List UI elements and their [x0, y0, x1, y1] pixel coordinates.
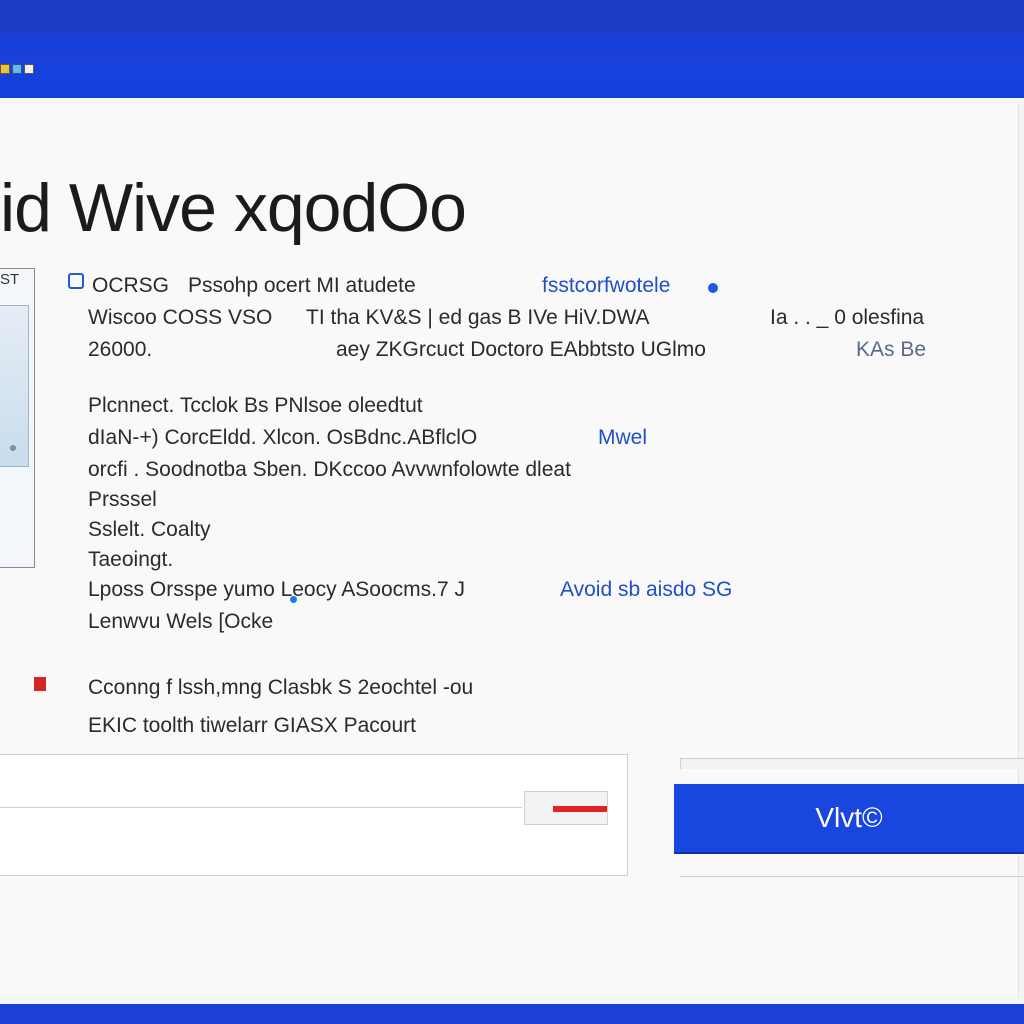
intro-line-2-right: Ia . . _ 0 olesfina: [770, 306, 925, 329]
link-indicator-icon: [708, 283, 718, 293]
warning-line-1: Cconng f lssh,mng Clasbk S 2eochtel -ou: [88, 676, 474, 699]
intro-line-3-left: 26000.: [88, 338, 153, 361]
device-image: [0, 305, 29, 467]
app-icon-network: [12, 64, 22, 74]
intro-line-2-mid: TI tha KV&S | ed gas B IVe HiV.DWA: [306, 306, 650, 329]
body-line-7: Lposs Orsspe yumo Leocy ASoocms.7 J: [88, 578, 466, 601]
body-line-4: Prsssel: [88, 488, 157, 511]
window-titlebar: [0, 0, 1024, 98]
body-line-3: orcfi . Soodnotba Sben. DKccoo Avvwnfolo…: [88, 458, 571, 481]
intro-line-3-right: KAs Be: [856, 338, 927, 361]
thumbnail-label: ST: [0, 271, 20, 288]
body-line-6: Taeoingt.: [88, 548, 174, 571]
info-icon: [68, 273, 84, 289]
app-icon-window: [24, 64, 34, 74]
device-thumbnail: ST: [0, 268, 35, 568]
error-mark-icon: [553, 806, 607, 812]
intro-line-1-left: OCRSG: [92, 274, 170, 297]
body-line-5: Sslelt. Coalty: [88, 518, 211, 541]
body-line-2-link[interactable]: Mwel: [598, 422, 647, 454]
body-line-7-link[interactable]: Avoid sb aisdo SG: [560, 574, 732, 606]
intro-line-3-mid: aey ZKGrcuct Doctoro EAbbtsto UGlmo: [336, 338, 706, 361]
input-error-badge: [524, 791, 608, 825]
intro-line-1-mid: Pssohp ocert MI atudete: [188, 274, 416, 297]
warning-icon: [34, 677, 46, 691]
input-underline: [0, 807, 522, 808]
primary-button[interactable]: Vlvt©: [674, 784, 1024, 852]
app-icon: [0, 64, 40, 74]
text-input[interactable]: [0, 754, 628, 876]
body-line-2: dIaN-+) CorcEldd. Xlcon. OsBdnc.ABflclO: [88, 426, 478, 449]
window-titlebar-top: [0, 0, 1024, 34]
secondary-button-edge: [680, 758, 1024, 769]
cursor-dot-icon: [290, 596, 297, 603]
body-line-8: Lenwvu Wels [Ocke: [88, 610, 274, 633]
dialog-heading: id Wive xqodOo: [0, 170, 467, 246]
intro-line-1-link[interactable]: fsstcorfwotele: [542, 270, 670, 302]
app-icon-folder: [0, 64, 10, 74]
body-line-1: Plcnnect. Tcclok Bs PNlsoe oleedtut: [88, 394, 423, 417]
intro-line-2-left: Wiscoo COSS VSO: [88, 306, 273, 329]
taskbar-strip: [0, 1004, 1024, 1024]
button-shadow: [680, 866, 1024, 877]
warning-line-2: EKIC toolth tiwelarr GIASX Pacourt: [88, 714, 416, 737]
device-led-icon: [10, 445, 16, 451]
